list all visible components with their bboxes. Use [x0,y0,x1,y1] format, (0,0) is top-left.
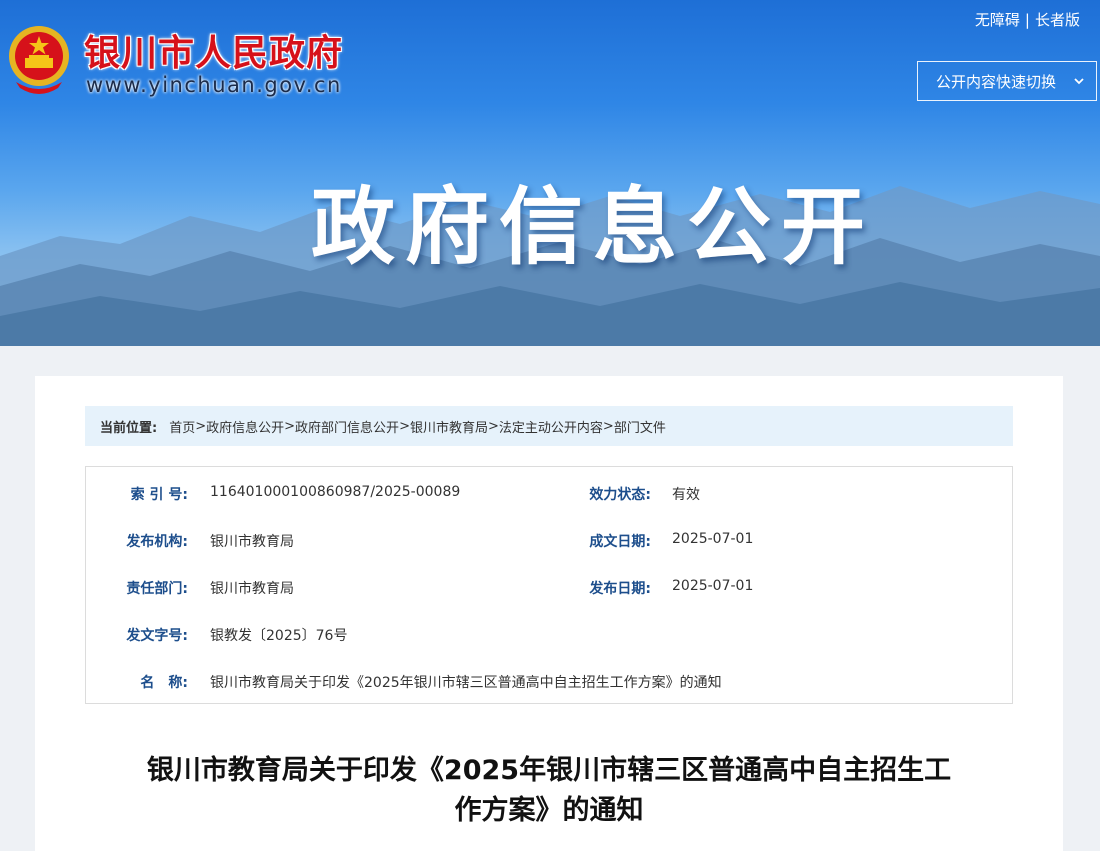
breadcrumb-separator: > [399,418,410,434]
dept-value: 银川市教育局 [210,581,294,597]
breadcrumb: 当前位置: 首页 > 政府信息公开 > 政府部门信息公开 > 银川市教育局 > … [85,406,1013,446]
created-date-value: 2025-07-01 [672,531,754,547]
site-url[interactable]: www.yinchuan.gov.cn [86,73,342,97]
publisher-value: 银川市教育局 [210,534,294,550]
document-metadata: 索 引 号: 116401000100860987/2025-00089 效力状… [85,466,1013,704]
breadcrumb-dept-info[interactable]: 政府部门信息公开 [295,417,399,436]
header-banner: 银川市人民政府 www.yinchuan.gov.cn 无障碍 | 长者版 公开内容… [0,0,1100,346]
content-card: 当前位置: 首页 > 政府信息公开 > 政府部门信息公开 > 银川市教育局 > … [35,376,1063,851]
status-label: 效力状态: [589,487,651,503]
published-date-value: 2025-07-01 [672,578,754,594]
quick-switch-dropdown[interactable]: 公开内容快速切换 [917,61,1097,101]
created-date-label: 成文日期: [589,534,651,550]
elder-version-link[interactable]: 长者版 [1035,11,1080,29]
banner-title: 政府信息公开 [310,178,875,276]
breadcrumb-label: 当前位置: [100,420,158,436]
site-name[interactable]: 银川市人民政府 [84,24,343,76]
top-links: 无障碍 | 长者版 [975,9,1080,30]
link-separator: | [1024,11,1030,29]
document-title-line-2: 作方案》的通知 [454,795,644,826]
breadcrumb-separator: > [195,418,207,434]
quick-switch-label: 公开内容快速切换 [936,72,1057,91]
chevron-down-icon [1074,78,1084,85]
breadcrumb-separator: > [487,418,499,434]
index-no-value: 116401000100860987/2025-00089 [210,484,461,500]
document-title-line-1: 银川市教育局关于印发《2025年银川市辖三区普通高中自主招生工 [146,755,952,786]
doc-no-label: 发文字号: [126,628,188,644]
index-no-label: 索 引 号: [130,487,188,503]
breadcrumb-gov-info[interactable]: 政府信息公开 [206,417,284,436]
doc-no-value: 银教发〔2025〕76号 [210,628,348,644]
publisher-label: 发布机构: [126,534,188,550]
status-value: 有效 [672,487,700,503]
breadcrumb-dept-documents[interactable]: 部门文件 [614,417,666,436]
dept-label: 责任部门: [126,581,188,597]
published-date-label: 发布日期: [589,581,651,597]
breadcrumb-separator: > [284,418,296,434]
national-emblem-icon [9,26,69,94]
breadcrumb-separator: > [602,418,614,434]
doc-name-value: 银川市教育局关于印发《2025年银川市辖三区普通高中自主招生工作方案》的通知 [210,675,722,691]
breadcrumb-home[interactable]: 首页 [169,417,195,436]
document-title: 银川市教育局关于印发《2025年银川市辖三区普通高中自主招生工 作方案》的通知 [75,751,1023,831]
breadcrumb-statutory-content[interactable]: 法定主动公开内容 [499,417,603,436]
breadcrumb-education-bureau[interactable]: 银川市教育局 [410,417,488,436]
accessibility-link[interactable]: 无障碍 [975,11,1020,29]
doc-name-label: 名 称: [140,675,188,691]
